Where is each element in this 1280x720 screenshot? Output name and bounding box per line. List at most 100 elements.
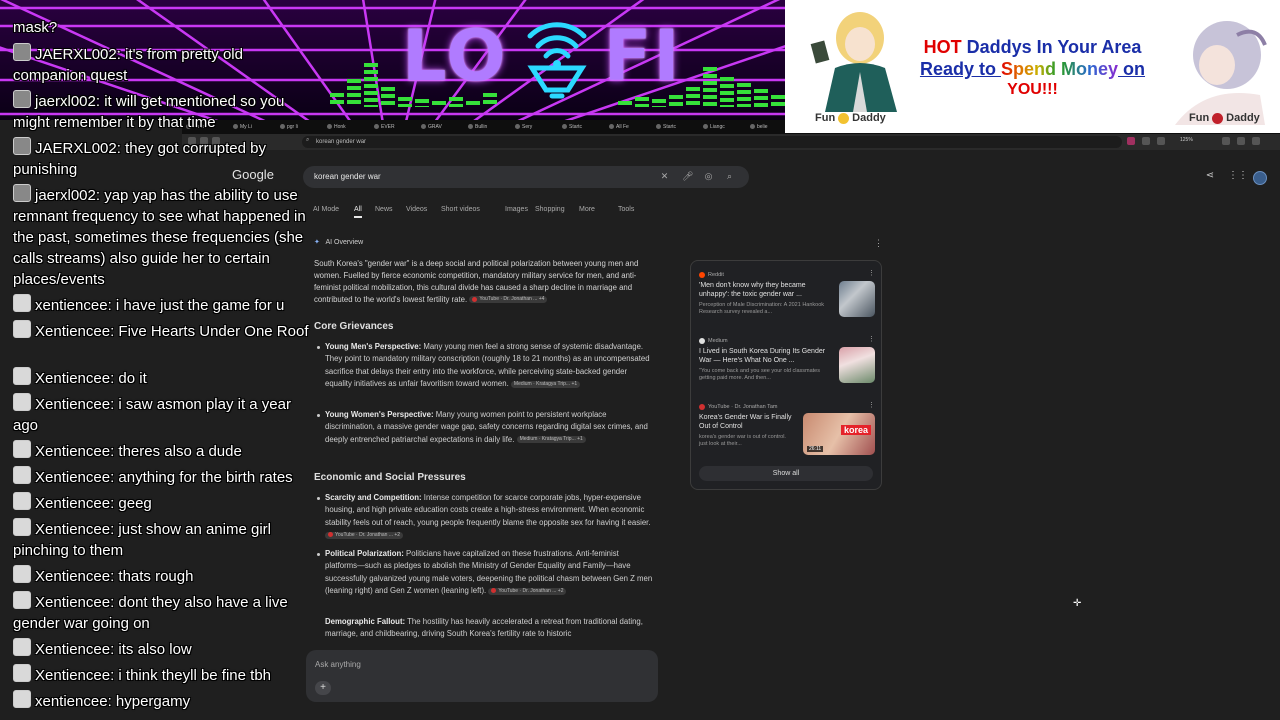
- thumbnail-label: korea: [840, 425, 871, 435]
- smile-emoji-icon: [838, 112, 850, 124]
- voice-search-icon[interactable]: 🎤︎: [682, 171, 693, 182]
- browser-tab[interactable]: Startc: [656, 122, 700, 133]
- logo-left: LO: [402, 15, 508, 97]
- chat-username: Xentiencee: [35, 396, 111, 413]
- more-options-icon[interactable]: ⋮: [874, 238, 883, 249]
- share-icon[interactable]: ⋖: [1204, 170, 1216, 182]
- fun-daddy-right: Fun Daddy: [1189, 112, 1260, 124]
- tab-favicon-icon: [703, 124, 708, 130]
- chat-message: Xentiencee: anything for the birth rates: [13, 466, 313, 488]
- equalizer-bar: [330, 93, 344, 107]
- zoom-level[interactable]: 125%: [1180, 137, 1193, 143]
- source-title: I Lived in South Korea During Its Gender…: [699, 348, 826, 364]
- source-chip[interactable]: YouTube · Dr. Jonathan ... +2: [488, 587, 567, 595]
- browser-tab[interactable]: Startc: [562, 122, 606, 133]
- ask-anything-input[interactable]: Ask anything +: [306, 650, 658, 702]
- extension-icon[interactable]: [1127, 137, 1135, 145]
- chat-text: mask?: [13, 19, 58, 36]
- extension-icon[interactable]: [1157, 137, 1165, 145]
- nav-tab[interactable]: News: [375, 204, 393, 216]
- ad-money: Money: [1061, 59, 1119, 79]
- nav-tab[interactable]: Shopping: [535, 204, 565, 216]
- source-title: Korea's Gender War is Finally Out of Con…: [699, 414, 792, 430]
- chat-avatar-icon: [13, 294, 31, 312]
- chat-message: Xentiencee: i think theyll be fine tbh: [13, 664, 313, 686]
- wifi-speaker-icon: [527, 22, 587, 99]
- source-chip[interactable]: YouTube · Dr. Jonathan ... +4: [469, 296, 548, 304]
- browser-tab[interactable]: All Fe: [609, 122, 653, 133]
- chat-text: Five Hearts Under One Roof: [118, 323, 309, 340]
- share-icon[interactable]: [1222, 137, 1230, 145]
- ask-placeholder: Ask anything: [315, 660, 361, 669]
- nav-tab[interactable]: Short videos: [441, 204, 480, 216]
- source-chip[interactable]: Medium · Kratagya Trip... +1: [510, 380, 581, 388]
- chat-avatar-icon: [13, 393, 31, 411]
- chip-label: Medium · Kratagya Trip... +1: [519, 436, 583, 443]
- browser-tab[interactable]: Bullin: [468, 122, 512, 133]
- more-options-icon[interactable]: ⋮: [868, 401, 875, 409]
- mouse-cursor-icon: ✛: [1073, 598, 1082, 609]
- chat-message: Xentiencee: Five Hearts Under One Roof: [13, 320, 313, 342]
- tab-favicon-icon: [515, 124, 520, 130]
- avatar[interactable]: [1253, 171, 1267, 185]
- site-name: YouTube · Dr. Jonathan Tam: [708, 404, 778, 410]
- tab-label: Startc: [663, 124, 677, 130]
- chip-label: YouTube · Dr. Jonathan ... +2: [498, 587, 564, 594]
- chat-username: JAERXL002: [35, 46, 117, 63]
- source-chip[interactable]: Medium · Kratagya Trip... +1: [516, 436, 586, 444]
- equalizer-bar: [618, 101, 632, 107]
- source-snippet: "You come back and you see your old clas…: [699, 368, 820, 381]
- browser-tab[interactable]: Sery: [515, 122, 559, 133]
- chat-username: Xentiencee: [35, 469, 111, 486]
- chat-avatar-icon: [13, 492, 31, 510]
- more-options-icon[interactable]: ⋮: [868, 269, 875, 277]
- clear-icon[interactable]: ✕: [659, 171, 670, 182]
- lens-icon[interactable]: ◎: [703, 171, 714, 182]
- chat-avatar-icon: [13, 664, 31, 682]
- chat-username: xentiencee: [35, 693, 108, 710]
- show-all-button[interactable]: Show all: [699, 466, 873, 481]
- chat-message: jaerxl002: yap yap has the ability to us…: [13, 184, 313, 290]
- nav-tab[interactable]: Videos: [406, 204, 427, 216]
- source-card[interactable]: YouTube · Dr. Jonathan Tam ⋮ Korea's Gen…: [699, 401, 875, 459]
- source-card[interactable]: Reddit ⋮ 'Men don't know why they became…: [699, 269, 875, 321]
- chat-message: Xentiencee: i saw asmon play it a year a…: [13, 393, 313, 436]
- nav-tab[interactable]: All: [354, 204, 362, 218]
- nav-tab[interactable]: More: [579, 204, 595, 216]
- source-chip[interactable]: YouTube · Dr. Jonathan ... +2: [325, 531, 404, 539]
- tab-label: Startc: [569, 124, 583, 130]
- profile-icon[interactable]: [1237, 137, 1245, 145]
- chat-message: JAERXL002: they got corrupted by punishi…: [13, 137, 313, 180]
- chat-avatar-icon: [13, 638, 31, 656]
- chat-message: JAERXL002: it's from pretty old companio…: [13, 43, 313, 86]
- source-site: Reddit: [699, 271, 724, 279]
- chat-text: its also low: [118, 641, 192, 658]
- apps-grid-icon[interactable]: ⋮⋮: [1228, 170, 1248, 182]
- browser-tab[interactable]: Honk: [327, 122, 371, 133]
- devil-emoji-icon: [1212, 112, 1224, 124]
- search-icon[interactable]: ⌕: [724, 171, 735, 182]
- more-options-icon[interactable]: ⋮: [868, 335, 875, 343]
- site-name: Reddit: [708, 272, 724, 278]
- chat-message: xentiencee: hypergamy: [13, 690, 313, 712]
- source-card[interactable]: Medium ⋮ I Lived in South Korea During I…: [699, 335, 875, 387]
- equalizer-bar: [686, 87, 700, 107]
- nav-tab[interactable]: Tools: [618, 204, 634, 216]
- menu-icon[interactable]: [1252, 137, 1260, 145]
- bullet-young-women: Young Women's Perspective: Many young wo…: [317, 409, 653, 446]
- browser-tab[interactable]: Liangc: [703, 122, 747, 133]
- chat-username: Xentiencee: [35, 667, 111, 684]
- chat-overlay: mask? JAERXL002: it's from pretty old com…: [0, 0, 320, 720]
- chat-text: i think theyll be fine tbh: [118, 667, 271, 684]
- search-input[interactable]: korean gender war ✕ 🎤︎ ◎ ⌕: [303, 166, 749, 188]
- url-field[interactable]: ⌕ korean gender war: [302, 136, 1122, 148]
- nav-tab[interactable]: Images: [505, 204, 528, 216]
- chat-message: Xentiencee: geeg: [13, 492, 313, 514]
- extension-icon[interactable]: [1142, 137, 1150, 145]
- equalizer-bar: [347, 79, 361, 107]
- advertisement[interactable]: HOT Daddys In Your Area Ready to Spend M…: [785, 0, 1280, 133]
- equalizer-bar: [381, 87, 395, 107]
- browser-tab[interactable]: GRAV: [421, 122, 465, 133]
- browser-tab[interactable]: EVER: [374, 122, 418, 133]
- sources-panel: Reddit ⋮ 'Men don't know why they became…: [690, 260, 882, 490]
